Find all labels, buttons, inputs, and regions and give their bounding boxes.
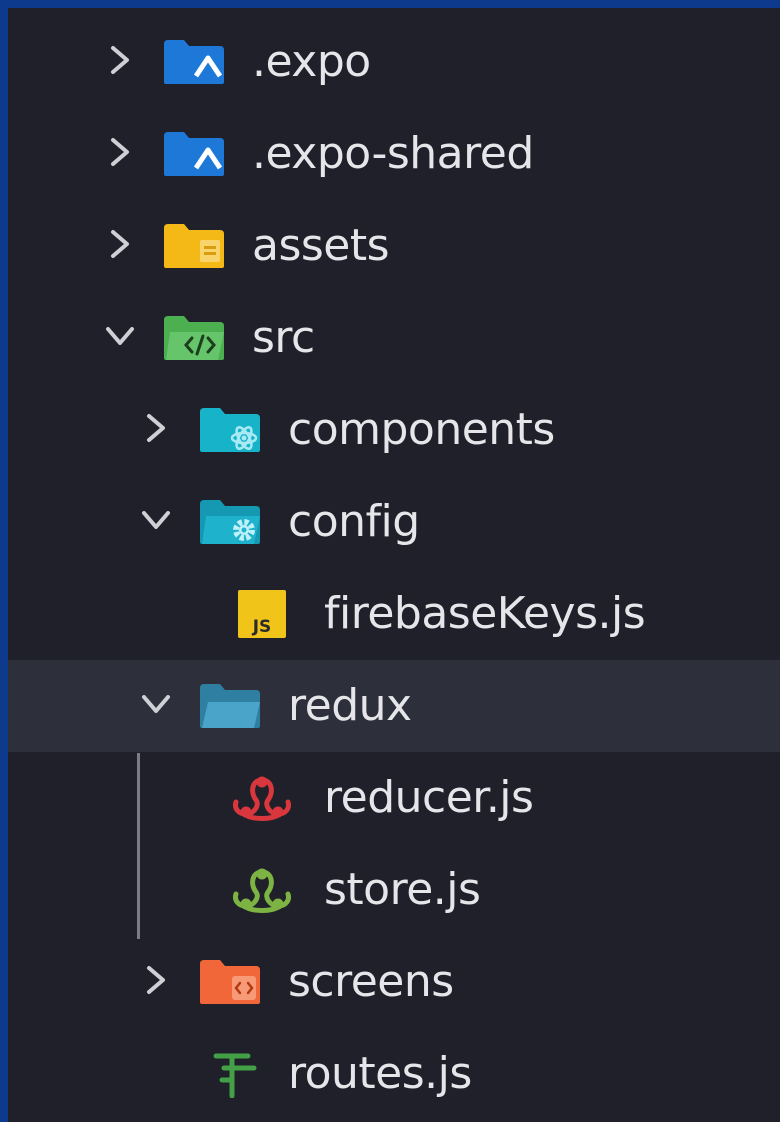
routes-file-icon (202, 1050, 266, 1098)
tree-item-label: .expo-shared (252, 128, 534, 179)
chevron-down-icon[interactable] (136, 500, 176, 540)
tree-item-store-js[interactable]: store.js (8, 844, 780, 936)
redux-store-icon (230, 866, 294, 914)
tree-item-label: config (288, 496, 420, 547)
javascript-file-icon: JS (236, 590, 300, 638)
tree-item-config[interactable]: config (8, 476, 780, 568)
tree-item-redux[interactable]: redux (8, 660, 780, 752)
tree-item-label: redux (288, 680, 412, 731)
tree-item-assets[interactable]: assets (8, 200, 780, 292)
folder-screens-icon (198, 958, 262, 1006)
tree-item-label: .expo (252, 36, 371, 87)
chevron-right-icon[interactable] (136, 960, 176, 1000)
tree-item-label: components (288, 404, 555, 455)
tree-item-label: assets (252, 220, 390, 271)
tree-item-screens[interactable]: screens (8, 936, 780, 1028)
tree-item-components[interactable]: components (8, 384, 780, 476)
tree-item-src[interactable]: src (8, 292, 780, 384)
chevron-right-icon[interactable] (100, 40, 140, 80)
tree-item-label: store.js (324, 864, 481, 915)
tree-item-expo[interactable]: .expo (8, 16, 780, 108)
chevron-right-icon[interactable] (100, 224, 140, 264)
folder-components-icon (198, 406, 262, 454)
file-explorer: .expo .expo-shared assets src components… (8, 8, 780, 1122)
tree-item-label: firebaseKeys.js (324, 588, 646, 639)
tree-item-label: screens (288, 956, 454, 1007)
folder-redux-icon (198, 682, 262, 730)
folder-assets-icon (162, 222, 226, 270)
chevron-down-icon[interactable] (136, 684, 176, 724)
folder-src-icon (162, 314, 226, 362)
chevron-right-icon[interactable] (136, 408, 176, 448)
redux-reducer-icon (230, 774, 294, 822)
tree-item-label: src (252, 312, 315, 363)
js-badge: JS (252, 617, 272, 637)
folder-expo-icon (162, 38, 226, 86)
tree-item-label: routes.js (288, 1048, 472, 1099)
chevron-right-icon[interactable] (100, 132, 140, 172)
tree-item-expo-shared[interactable]: .expo-shared (8, 108, 780, 200)
folder-expo-icon (162, 130, 226, 178)
tree-item-firebasekeys-js[interactable]: JS firebaseKeys.js (8, 568, 780, 660)
tree-item-label: reducer.js (324, 772, 534, 823)
tree-item-routes-js[interactable]: routes.js (8, 1028, 780, 1120)
tree-item-reducer-js[interactable]: reducer.js (8, 752, 780, 844)
folder-config-icon (198, 498, 262, 546)
chevron-down-icon[interactable] (100, 316, 140, 356)
